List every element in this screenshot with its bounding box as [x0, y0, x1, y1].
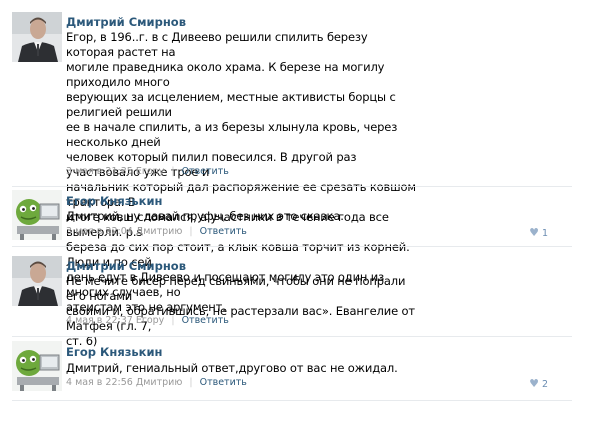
comment-divider: [12, 400, 572, 401]
comment-date[interactable]: 4 мая в 22:56: [66, 377, 133, 388]
reply-button[interactable]: Ответить: [200, 377, 247, 388]
comment-divider: [12, 246, 572, 247]
comment-divider: [12, 186, 572, 187]
meta-separator: |: [171, 166, 175, 177]
comment-divider: [12, 336, 572, 337]
comment-reply-to[interactable]: Дмитрию: [136, 377, 183, 388]
reply-button[interactable]: Ответить: [182, 315, 229, 326]
comment-date[interactable]: 3 мая в 21:35: [66, 166, 133, 177]
comment-meta: 3 мая в 21:35 Егору | Ответить: [66, 166, 229, 177]
reply-button[interactable]: Ответить: [200, 226, 247, 237]
comment-author-link[interactable]: Егор Князькин: [66, 194, 163, 208]
meta-separator: |: [171, 315, 175, 326]
avatar[interactable]: [12, 256, 62, 306]
comment-reply-to[interactable]: Егору: [136, 315, 164, 326]
comment-date[interactable]: 4 мая в 22:37: [66, 315, 133, 326]
comment-author-link[interactable]: Дмитрий Смирнов: [66, 259, 186, 273]
comment-date[interactable]: 3 мая в 22:04: [66, 226, 133, 237]
reply-button[interactable]: Ответить: [182, 166, 229, 177]
comment-reply-to[interactable]: Егору: [136, 166, 164, 177]
comment-meta: 3 мая в 22:04 Дмитрию | Ответить: [66, 226, 247, 237]
meta-separator: |: [189, 226, 193, 237]
comment-author-link[interactable]: Егор Князькин: [66, 345, 163, 359]
comment-meta: 4 мая в 22:37 Егору | Ответить: [66, 315, 229, 326]
comment-text: Дмитрий, гениальный ответ,другово от вас…: [66, 361, 398, 375]
like-count: 2: [541, 379, 548, 390]
avatar[interactable]: [12, 341, 62, 391]
comment-reply-to[interactable]: Дмитрию: [136, 226, 183, 237]
comment-author-link[interactable]: Дмитрий Смирнов: [66, 15, 186, 29]
meta-separator: |: [189, 377, 193, 388]
avatar[interactable]: [12, 190, 62, 240]
comment-text: Не мечите бисер перед свиньями, чтобы он…: [66, 274, 415, 348]
comment-meta: 4 мая в 22:56 Дмитрию | Ответить: [66, 377, 247, 388]
avatar[interactable]: [12, 12, 62, 62]
comment-text: Дмитрий, ну давай пруфы, без них это ска…: [66, 209, 344, 223]
like-button[interactable]: ♥ 2: [529, 377, 548, 390]
like-button[interactable]: ♥ 1: [529, 226, 548, 239]
like-count: 1: [541, 228, 548, 239]
heart-icon: ♥: [529, 226, 539, 239]
heart-icon: ♥: [529, 377, 539, 390]
